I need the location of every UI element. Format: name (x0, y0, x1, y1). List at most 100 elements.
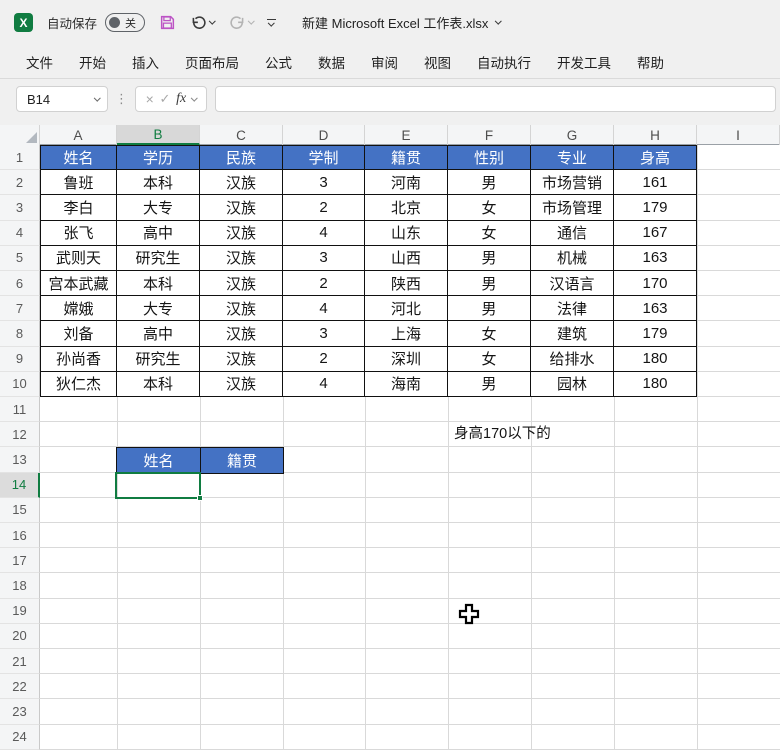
cell-H1[interactable]: 身高 (614, 145, 697, 171)
cell-G1[interactable]: 专业 (531, 145, 614, 171)
cell-F8[interactable]: 女 (448, 321, 531, 347)
cell-F2[interactable]: 男 (448, 170, 531, 196)
cell-E10[interactable]: 海南 (365, 371, 448, 397)
cell-F4[interactable]: 女 (448, 220, 531, 246)
save-button[interactable] (159, 14, 176, 31)
row-header-16[interactable]: 16 (0, 523, 40, 549)
cell-E9[interactable]: 深圳 (365, 346, 448, 372)
cell-B9[interactable]: 研究生 (117, 346, 200, 372)
row-header-19[interactable]: 19 (0, 598, 40, 624)
cell-B8[interactable]: 高中 (117, 321, 200, 347)
cell-C1[interactable]: 民族 (200, 145, 283, 171)
menu-tab-page-layout[interactable]: 页面布局 (175, 48, 249, 76)
cell-E7[interactable]: 河北 (365, 296, 448, 322)
undo-button[interactable] (190, 14, 216, 31)
autosave-toggle[interactable]: 关 (105, 13, 146, 32)
row-header-15[interactable]: 15 (0, 497, 40, 523)
insert-function-icon[interactable]: fx (176, 91, 186, 107)
cell-D7[interactable]: 4 (283, 296, 365, 322)
cell-C5[interactable]: 汉族 (200, 245, 283, 271)
cell-D3[interactable]: 2 (283, 195, 365, 221)
cell-A9[interactable]: 孙尚香 (40, 346, 117, 372)
row-header-13[interactable]: 13 (0, 447, 40, 473)
name-box[interactable]: B14 (16, 86, 108, 112)
cell-C3[interactable]: 汉族 (200, 195, 283, 221)
cell-F6[interactable]: 男 (448, 271, 531, 297)
cell-G4[interactable]: 通信 (531, 220, 614, 246)
cell-H6[interactable]: 170 (614, 271, 697, 297)
cell-F9[interactable]: 女 (448, 346, 531, 372)
row-header-6[interactable]: 6 (0, 271, 40, 297)
cell-C9[interactable]: 汉族 (200, 346, 283, 372)
cell-F7[interactable]: 男 (448, 296, 531, 322)
cell-D4[interactable]: 4 (283, 220, 365, 246)
row-header-23[interactable]: 23 (0, 699, 40, 725)
cell-H7[interactable]: 163 (614, 296, 697, 322)
menu-tab-home[interactable]: 开始 (69, 48, 116, 76)
row-header-9[interactable]: 9 (0, 346, 40, 372)
menu-tab-insert[interactable]: 插入 (122, 48, 169, 76)
cell-G2[interactable]: 市场营销 (531, 170, 614, 196)
cell-G8[interactable]: 建筑 (531, 321, 614, 347)
cell-B2[interactable]: 本科 (117, 170, 200, 196)
row-header-5[interactable]: 5 (0, 245, 40, 271)
cell-G6[interactable]: 汉语言 (531, 271, 614, 297)
cell-G7[interactable]: 法律 (531, 296, 614, 322)
cell-A6[interactable]: 宫本武藏 (40, 271, 117, 297)
cell-B4[interactable]: 高中 (117, 220, 200, 246)
formula-input[interactable] (215, 86, 776, 112)
cell-C4[interactable]: 汉族 (200, 220, 283, 246)
active-cell-selection[interactable] (115, 471, 203, 501)
cell-A3[interactable]: 李白 (40, 195, 117, 221)
cell-F10[interactable]: 男 (448, 371, 531, 397)
menu-tab-data[interactable]: 数据 (308, 48, 355, 76)
cell-D6[interactable]: 2 (283, 271, 365, 297)
cell-H3[interactable]: 179 (614, 195, 697, 221)
cell-H8[interactable]: 179 (614, 321, 697, 347)
row-header-21[interactable]: 21 (0, 649, 40, 675)
cell-E5[interactable]: 山西 (365, 245, 448, 271)
redo-button[interactable] (229, 14, 254, 31)
row-header-18[interactable]: 18 (0, 573, 40, 599)
cell-C2[interactable]: 汉族 (200, 170, 283, 196)
menu-tab-help[interactable]: 帮助 (627, 48, 674, 76)
cell-B1[interactable]: 学历 (117, 145, 200, 171)
menu-tab-view[interactable]: 视图 (414, 48, 461, 76)
row-header-22[interactable]: 22 (0, 674, 40, 700)
enter-formula-icon[interactable]: ✓ (160, 91, 171, 107)
column-header-A[interactable]: A (40, 125, 117, 145)
row-header-7[interactable]: 7 (0, 296, 40, 322)
cell-A7[interactable]: 嫦娥 (40, 296, 117, 322)
column-header-F[interactable]: F (448, 125, 531, 145)
cell-B10[interactable]: 本科 (117, 371, 200, 397)
cell-D8[interactable]: 3 (283, 321, 365, 347)
row-header-17[interactable]: 17 (0, 548, 40, 574)
cell-B7[interactable]: 大专 (117, 296, 200, 322)
cell-B5[interactable]: 研究生 (117, 245, 200, 271)
cell-A5[interactable]: 武则天 (40, 245, 117, 271)
undo-dropdown-icon[interactable] (209, 17, 216, 25)
row-header-11[interactable]: 11 (0, 397, 40, 423)
sub-table-header-name[interactable]: 姓名 (116, 447, 201, 474)
menu-tab-formulas[interactable]: 公式 (255, 48, 302, 76)
row-header-20[interactable]: 20 (0, 623, 40, 649)
menu-tab-developer[interactable]: 开发工具 (547, 48, 621, 76)
cell-H2[interactable]: 161 (614, 170, 697, 196)
menu-tab-review[interactable]: 审阅 (361, 48, 408, 76)
cell-G3[interactable]: 市场管理 (531, 195, 614, 221)
sub-table-header-origin[interactable]: 籍贯 (200, 447, 284, 474)
cell-F1[interactable]: 性别 (448, 145, 531, 171)
cell-G10[interactable]: 园林 (531, 371, 614, 397)
column-header-I[interactable]: I (697, 125, 780, 145)
cell-H5[interactable]: 163 (614, 245, 697, 271)
row-header-8[interactable]: 8 (0, 321, 40, 347)
cell-E6[interactable]: 陕西 (365, 271, 448, 297)
row-header-12[interactable]: 12 (0, 422, 40, 448)
customize-qat-button[interactable] (267, 18, 277, 27)
column-header-C[interactable]: C (200, 125, 283, 145)
cell-E3[interactable]: 北京 (365, 195, 448, 221)
cancel-formula-icon[interactable]: × (146, 91, 154, 107)
column-header-D[interactable]: D (283, 125, 365, 145)
cell-H10[interactable]: 180 (614, 371, 697, 397)
row-header-10[interactable]: 10 (0, 371, 40, 397)
